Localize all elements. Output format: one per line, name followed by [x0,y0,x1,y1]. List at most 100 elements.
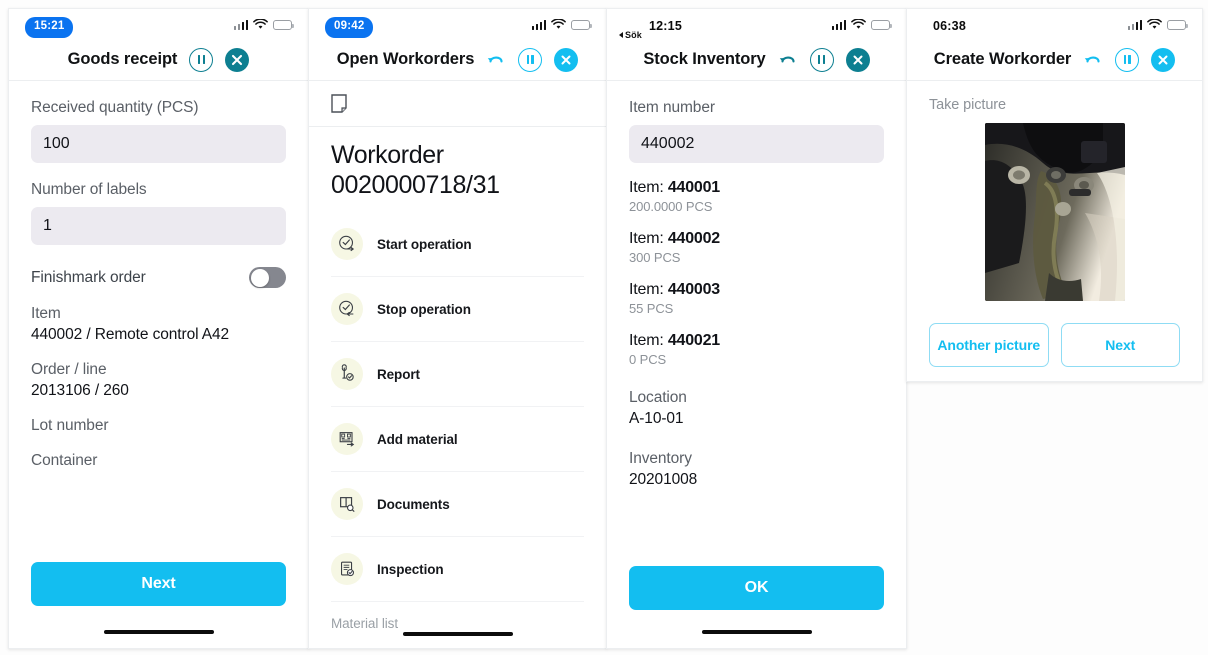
menu-item-label: Documents [377,496,450,512]
menu-item-inspection[interactable]: Inspection [331,537,584,602]
inventory-item-line: Item: 440021 [629,332,884,350]
material-list-footer[interactable]: Material list [309,602,606,631]
status-time-recording-pill: 15:21 [25,17,74,38]
item-prefix: Item: [629,179,668,196]
pause-button[interactable] [1115,47,1140,72]
back-to-app-hint[interactable]: Sök [619,30,642,40]
workorder-title: Workorder 0020000718/31 [331,141,500,199]
photo-content [984,123,1125,301]
photo-actions: Another picture Next [929,323,1180,367]
location-value: A-10-01 [629,410,684,427]
status-bar: 09:42 [309,9,606,41]
menu-item-label: Report [377,366,420,382]
ok-button[interactable]: OK [629,566,884,610]
pause-button[interactable] [189,47,214,72]
item-prefix: Item: [629,230,668,247]
menu-item-stop-operation[interactable]: Stop operation [331,277,584,342]
close-button[interactable] [554,47,579,72]
number-of-labels-label: Number of labels [31,181,147,198]
menu-item-add-material[interactable]: Add material [331,407,584,472]
page-title: Create Workorder [933,50,1072,68]
detail-lot-number: Lot number [31,417,286,435]
close-button[interactable] [1151,47,1176,72]
screenshot-stage: 15:21 Goods receipt Received quantity (P… [0,0,1208,655]
battery-icon [1167,19,1188,30]
item-label: Item [31,305,61,322]
cellular-signal-icon [1127,20,1142,30]
note-row[interactable] [309,81,606,127]
close-button[interactable] [225,47,250,72]
action-menu: Start operation Stop operation Report Ad… [309,212,606,602]
item-number: 440001 [667,179,721,196]
phone-panel-goods-receipt: 15:21 Goods receipt Received quantity (P… [8,8,309,649]
status-time-recording-pill: 09:42 [325,17,374,38]
undo-button[interactable] [486,50,506,70]
status-time: 06:38 [933,19,966,33]
machine-part-photo[interactable] [984,123,1125,301]
panel-content: Received quantity (PCS) 100 Number of la… [9,81,308,648]
home-indicator [701,630,812,634]
clock-stop-icon [331,293,363,325]
inspection-icon [331,553,363,585]
wifi-icon [1147,19,1162,29]
menu-item-label: Inspection [377,561,444,577]
finishmark-order-toggle[interactable] [249,267,286,288]
received-quantity-label: Received quantity (PCS) [31,99,199,116]
page-title: Stock Inventory [643,50,766,68]
take-picture-label: Take picture [929,97,1006,113]
item-quantity: 200.0000 PCS [629,199,713,214]
close-button[interactable] [845,47,870,72]
inventory-row: Item: 440021 0 PCS [629,332,884,367]
next-button[interactable]: Next [31,562,286,606]
close-icon [561,55,571,64]
phone-panel-stock-inventory: 12:15 Sök Stock Inventory Item number 44… [606,8,907,649]
home-indicator [402,632,513,636]
cellular-signal-icon [831,20,846,30]
undo-button[interactable] [1083,50,1103,70]
battery-icon [871,19,892,30]
undo-button[interactable] [778,50,798,70]
menu-item-start-operation[interactable]: Start operation [331,212,584,277]
inventory-row: Item: 440003 55 PCS [629,281,884,316]
app-header: Goods receipt [9,41,308,81]
menu-item-documents[interactable]: Documents [331,472,584,537]
close-icon [232,54,243,65]
cellular-signal-icon [233,20,248,30]
item-number-label: Item number [629,99,715,116]
app-header: Stock Inventory [607,41,906,81]
add-material-icon [331,423,363,455]
menu-item-label: Add material [377,431,458,447]
report-icon [331,358,363,390]
pause-button[interactable] [809,47,834,72]
item-number-input[interactable]: 440002 [629,125,884,163]
status-indicators [1127,17,1188,30]
wifi-icon [851,19,866,29]
inventory-row: Item: 440002 300 PCS [629,230,884,265]
back-hint-label: Sök [625,30,642,40]
inventory-item-line: Item: 440003 [629,281,884,299]
battery-icon [273,19,294,30]
back-triangle-icon [619,32,623,38]
item-prefix: Item: [629,281,668,298]
photo-preview-wrap [929,123,1180,301]
next-button[interactable]: Next [1060,323,1180,367]
finishmark-order-row: Finishmark order [31,267,286,288]
received-quantity-input[interactable]: 100 [31,125,286,163]
home-indicator [103,630,214,634]
detail-container: Container [31,452,286,470]
number-of-labels-input[interactable]: 1 [31,207,286,245]
clock-start-icon [331,228,363,260]
pause-button[interactable] [518,47,543,72]
status-indicators [531,17,592,30]
battery-icon [571,19,592,30]
inventory-label: Inventory [629,450,692,467]
order-line-value: 2013106 / 260 [31,382,129,399]
item-number: 440021 [667,332,721,349]
menu-item-report[interactable]: Report [331,342,584,407]
item-value: 440002 / Remote control A42 [31,326,230,343]
lot-number-label: Lot number [31,417,109,434]
page-title: Open Workorders [336,50,475,68]
another-picture-button[interactable]: Another picture [929,323,1049,367]
detail-item: Item 440002 / Remote control A42 [31,305,286,344]
status-indicators [831,17,892,30]
